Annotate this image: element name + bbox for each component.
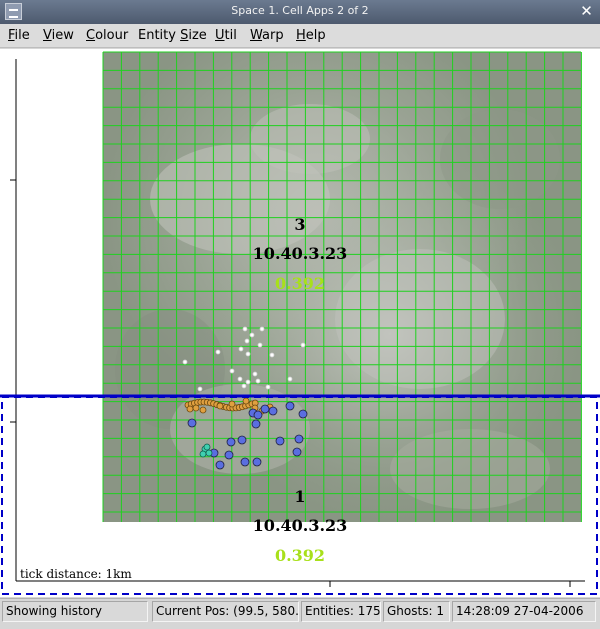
entity-marker [251,419,261,429]
status-bar: Showing history Current Pos: (99.5, 580.… [0,598,600,629]
menu-bar: File View Colour Entity Size Util Warp H… [0,24,600,48]
entity-marker [249,332,255,338]
entity-marker [241,383,247,389]
entity-marker [224,450,234,460]
entity-marker [229,368,235,374]
entity-marker [187,418,197,428]
entity-marker [245,351,251,357]
entity-marker [285,401,295,411]
entity-marker [205,449,213,457]
cell-3-load: 0.392 [275,274,325,293]
entity-marker [242,326,248,332]
cell-3-id: 3 [294,215,305,234]
entity-marker [237,435,247,445]
entity-marker [215,460,225,470]
space-view-canvas[interactable]: 3 10.40.3.23 0.392 1 10.40.3.23 0.392 ti… [0,49,600,597]
entity-marker [226,437,236,447]
cell-3-ip: 10.40.3.23 [253,244,348,263]
entity-marker [197,386,203,392]
menu-view[interactable]: View [43,28,74,43]
status-timestamp: 14:28:09 27-04-2006 [452,601,596,622]
status-ghosts: Ghosts: 1 [383,601,450,622]
entity-marker [216,402,224,410]
entity-marker [292,447,302,457]
entity-marker [268,406,278,416]
window-title-bar: Space 1. Cell Apps 2 of 2 ✕ [0,0,600,24]
tick-distance-label: tick distance: 1km [20,567,132,581]
entity-marker [199,450,207,458]
entity-marker [199,406,207,414]
menu-util[interactable]: Util [215,28,237,43]
entity-marker [240,457,250,467]
entity-marker [253,410,263,420]
menu-help[interactable]: Help [296,28,326,43]
entity-marker [186,405,194,413]
entity-marker [259,326,265,332]
entity-marker [215,349,221,355]
status-mode: Showing history [2,601,148,622]
entity-marker [245,379,251,385]
entity-marker [287,376,293,382]
entity-marker [238,346,244,352]
entity-marker [260,404,270,414]
entity-marker [192,404,200,412]
cell-1-ip: 10.40.3.23 [253,516,348,535]
status-entities: Entities: 175 [301,601,381,622]
entity-marker [203,443,211,451]
entity-marker [242,397,250,405]
entity-marker [257,342,263,348]
entity-marker [228,400,236,408]
entity-marker [265,384,271,390]
window-title: Space 1. Cell Apps 2 of 2 [231,4,369,17]
menu-colour[interactable]: Colour [86,28,128,43]
entity-marker [275,436,285,446]
entity-marker [300,342,306,348]
cell-1-load: 0.392 [275,546,325,565]
menu-file[interactable]: File [8,28,30,43]
entity-marker [255,378,261,384]
entity-marker [269,352,275,358]
entity-marker [237,376,243,382]
status-current-pos: Current Pos: (99.5, 580.( [152,601,299,622]
entity-marker [182,359,188,365]
cell-1-id: 1 [294,487,305,506]
entity-marker [252,457,262,467]
space-map[interactable]: 3 10.40.3.23 0.392 1 10.40.3.23 0.392 ti… [0,49,600,597]
entity-marker [298,409,308,419]
entity-marker [252,371,258,377]
menu-warp[interactable]: Warp [250,28,284,43]
entity-marker [244,338,250,344]
menu-entity-size[interactable]: Entity Size [138,28,207,43]
entity-marker [294,434,304,444]
close-icon[interactable]: ✕ [578,3,595,20]
